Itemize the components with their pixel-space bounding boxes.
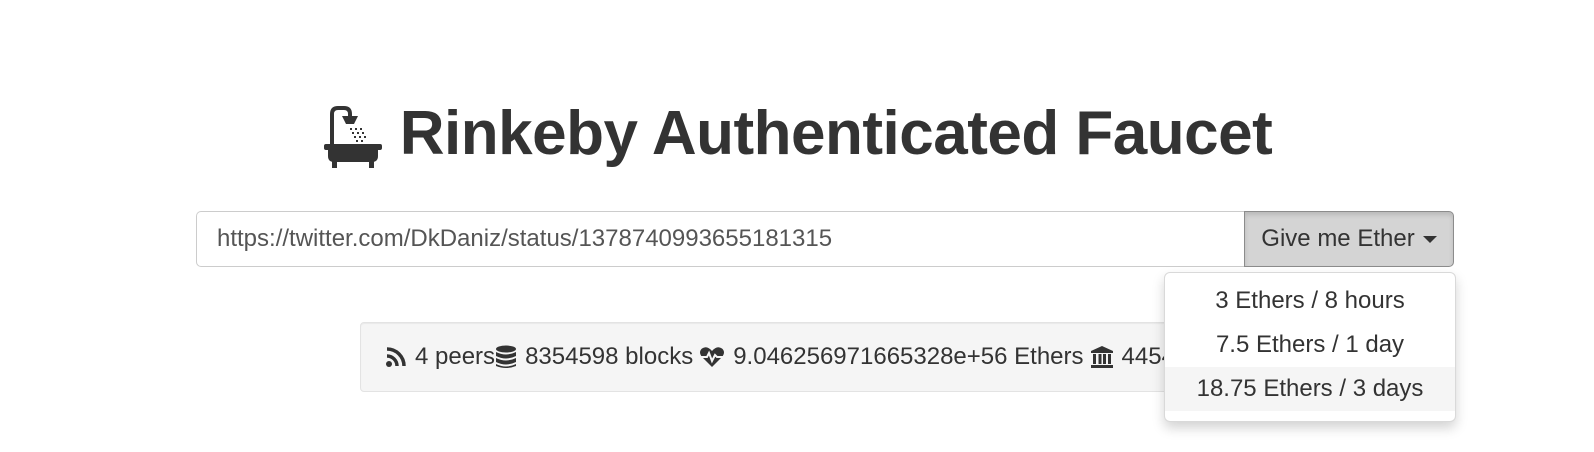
ether-amount-dropdown-menu: 3 Ethers / 8 hours 7.5 Ethers / 1 day 18… bbox=[1164, 272, 1456, 422]
page-header: Rinkeby Authenticated Faucet bbox=[0, 96, 1594, 172]
option-3-ethers-8-hours[interactable]: 3 Ethers / 8 hours bbox=[1165, 279, 1455, 323]
page-title: Rinkeby Authenticated Faucet bbox=[399, 99, 1273, 168]
heartbeat-icon bbox=[700, 347, 725, 367]
social-url-input[interactable] bbox=[196, 211, 1244, 267]
option-18-75-ethers-3-days[interactable]: 18.75 Ethers / 3 days bbox=[1165, 367, 1455, 411]
option-7-5-ethers-1-day[interactable]: 7.5 Ethers / 1 day bbox=[1165, 323, 1455, 367]
bank-icon bbox=[1090, 346, 1113, 368]
peers-count: 4 peers bbox=[415, 343, 496, 370]
give-me-ether-button[interactable]: Give me Ether bbox=[1244, 211, 1454, 267]
funds-stat: 9.046256971665328e+56 Ethers bbox=[699, 343, 1084, 371]
request-form: Give me Ether bbox=[196, 211, 1454, 267]
caret-down-icon bbox=[1422, 235, 1437, 243]
database-icon bbox=[496, 345, 517, 368]
rss-icon bbox=[386, 347, 406, 367]
peers-stat: 4 peers bbox=[385, 343, 495, 371]
funds-amount: 9.046256971665328e+56 Ethers bbox=[733, 343, 1084, 370]
faucet-page: Rinkeby Authenticated Faucet Give me Eth… bbox=[0, 0, 1594, 452]
give-me-ether-label: Give me Ether bbox=[1261, 225, 1415, 252]
blocks-stat: 8354598 blocks bbox=[495, 343, 693, 371]
blocks-count: 8354598 blocks bbox=[525, 343, 694, 370]
bath-icon bbox=[323, 106, 382, 168]
